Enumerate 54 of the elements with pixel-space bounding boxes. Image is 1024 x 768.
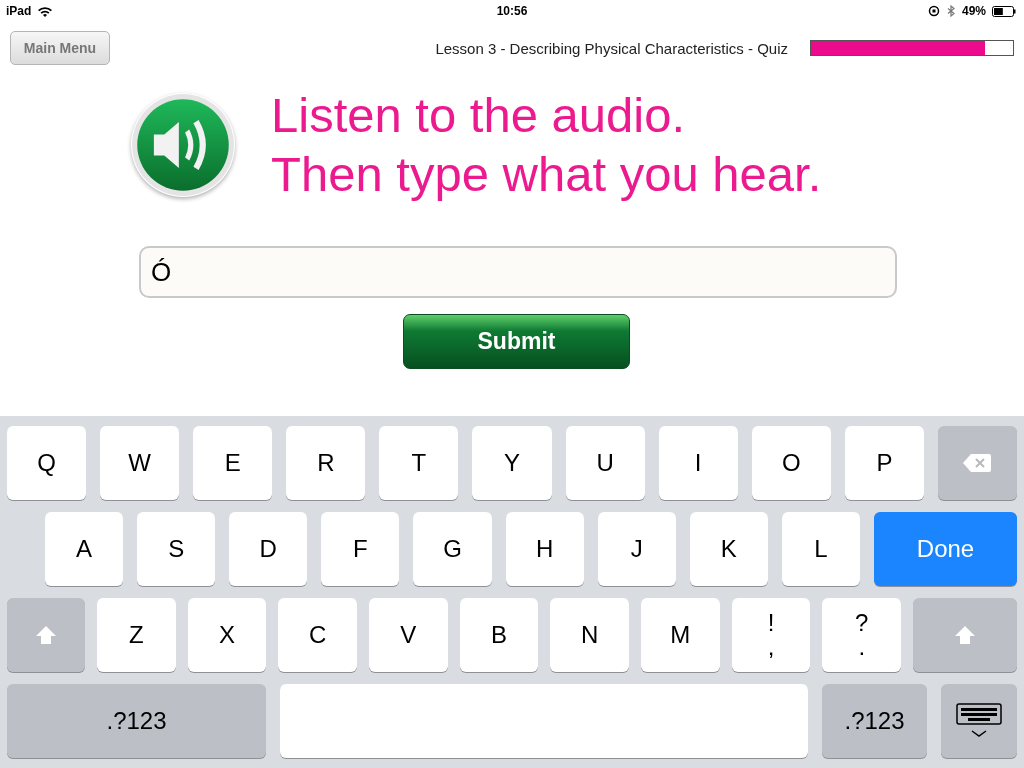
backspace-icon [963,454,992,472]
answer-field[interactable]: Ó [139,246,897,298]
key[interactable]: L [781,512,860,586]
key[interactable]: U [565,426,645,500]
keyboard-icon [956,703,1002,739]
key[interactable]: S [137,512,216,586]
shift-key[interactable] [913,598,1018,672]
rotation-lock-icon [927,5,940,17]
key[interactable]: ! , [731,598,811,672]
key[interactable]: N [550,598,630,672]
lesson-title: Lesson 3 - Describing Physical Characteristics - Quiz [435,39,788,57]
key[interactable]: C [278,598,357,672]
shift-arrow-icon [954,625,977,645]
key[interactable]: T [379,426,459,500]
key[interactable]: H [505,512,584,586]
key[interactable]: K [689,512,768,586]
main-menu-button[interactable]: Main Menu [10,31,110,65]
key[interactable]: X [187,598,267,672]
key[interactable]: W [100,426,180,500]
key[interactable]: G [413,512,492,586]
battery-icon [992,5,1016,17]
wifi-icon [37,5,54,17]
battery-percent: 49% [961,4,986,18]
shift-key[interactable] [7,598,85,672]
key[interactable]: Q [7,426,87,500]
instruction-text: Then type what you hear. [271,146,822,203]
key[interactable]: ? . [822,598,902,672]
key[interactable]: F [321,512,400,586]
key[interactable]: R [286,426,366,500]
done-key[interactable]: Done [874,512,1017,586]
numbers-key[interactable]: .?123 [7,684,266,758]
key[interactable]: Y [472,426,552,500]
key[interactable]: E [193,426,273,500]
hide-keyboard-key[interactable] [941,684,1017,758]
key[interactable]: O [751,426,831,500]
key[interactable]: D [229,512,308,586]
space-key[interactable] [280,684,808,758]
key[interactable]: Z [97,598,176,672]
numbers-key[interactable]: .?123 [822,684,927,758]
key[interactable]: J [597,512,676,586]
shift-arrow-icon [35,625,57,645]
key[interactable]: A [45,512,124,586]
key[interactable]: P [844,426,924,500]
clock-time: 10:56 [496,4,528,18]
device-name: iPad [6,4,32,18]
key[interactable]: M [641,598,720,672]
key[interactable]: B [459,598,539,672]
play-audio-button[interactable] [131,93,235,197]
key[interactable]: I [658,426,738,500]
instruction-text: Listen to the audio. [271,87,687,144]
submit-button[interactable]: Submit [403,314,630,369]
backspace-key[interactable] [937,426,1018,500]
key[interactable]: V [369,598,448,672]
bluetooth-icon [945,5,956,17]
